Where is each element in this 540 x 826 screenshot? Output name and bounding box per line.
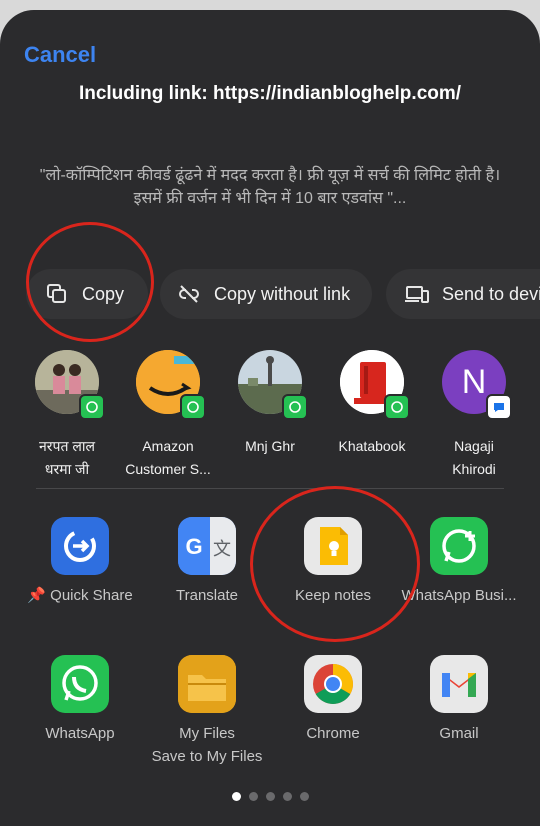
whatsapp-icon [384,394,410,420]
devices-icon [404,281,430,307]
contact-name-line2: Khirodi [452,461,496,477]
chrome-icon [304,655,362,713]
whatsapp-icon [79,394,105,420]
whatsapp-icon [180,394,206,420]
contact-name: नरपत लाल [39,438,95,454]
gmail-icon [430,655,488,713]
messages-icon [486,394,512,420]
google-translate-icon: G文 [178,517,236,575]
app-label: Gmail [439,725,479,742]
app-label: WhatsApp [45,725,115,742]
share-sheet: Cancel Including link: https://indianblo… [0,10,540,826]
send-to-device-button[interactable]: Send to devi [386,269,540,319]
whatsapp-icon [282,394,308,420]
page-dot-active[interactable] [231,792,241,801]
page-indicator [0,788,540,806]
page-dot[interactable] [299,792,309,801]
whatsapp-icon [51,655,109,713]
page-dot[interactable] [282,792,292,801]
my-files-icon [178,655,236,713]
section-divider [36,488,504,489]
page-dot[interactable] [265,792,275,801]
app-label: Quick Share [50,587,133,604]
contact-name: Khatabook [338,438,406,454]
contact-name-line2: Customer S... [125,461,211,477]
contact-name: Mnj Ghr [245,438,295,454]
quick-share-icon [51,517,109,575]
cancel-button[interactable]: Cancel [24,42,96,68]
contact-name: Amazon [142,438,194,454]
shared-text-preview: "लो-कॉम्पिटिशन कीवर्ड ढूंढने में मदद करत… [39,167,501,207]
page-dot[interactable] [248,792,258,801]
annotation-circle-keep-notes [250,486,420,642]
app-label: My Files [179,725,235,742]
contact-name: Nagaji [454,438,494,454]
copy-without-link-button[interactable]: Copy without link [160,269,372,319]
svg-text:G: G [185,534,202,559]
app-sublabel: Save to My Files [151,748,263,765]
whatsapp-business-icon [430,517,488,575]
annotation-circle-copy [26,222,154,342]
app-label: Chrome [306,725,360,742]
svg-text:文: 文 [213,539,231,560]
including-link-text: Including link: https://indianbloghelp.c… [78,83,462,104]
contact-name-line2: धरमा जी [44,461,90,477]
pin-icon: 📌 [27,587,46,604]
link-off-icon [176,281,202,307]
copy-without-link-label: Copy without link [214,283,351,304]
avatar-initial: N [461,362,487,401]
send-to-device-label: Send to devi [442,283,540,304]
